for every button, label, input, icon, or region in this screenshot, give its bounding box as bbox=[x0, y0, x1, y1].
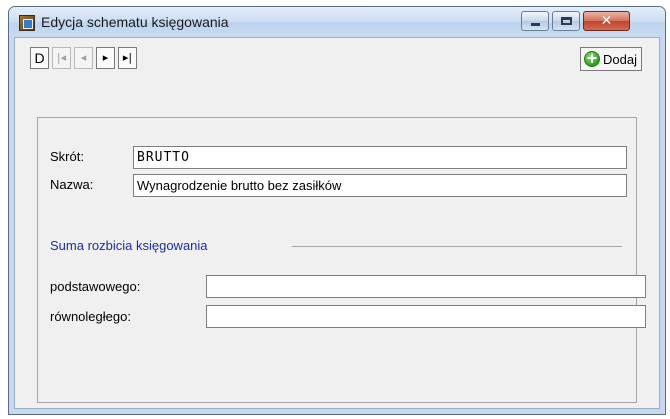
dialog-client-area: D |◂ ◂ ▸ ▸| + Dodaj Skrót: BRUTTO Nazwa:… bbox=[14, 37, 660, 409]
add-button-label: Dodaj bbox=[603, 52, 637, 67]
group-divider bbox=[292, 246, 622, 247]
close-button[interactable]: ✕ bbox=[583, 11, 630, 31]
arrow-right-icon: ▸ bbox=[102, 51, 109, 64]
skip-first-icon: |◂ bbox=[56, 51, 67, 64]
skrot-label: Skrót: bbox=[50, 149, 84, 164]
nav-last-button[interactable]: ▸| bbox=[118, 47, 137, 69]
dialog-window: Edycja schematu księgowania ✕ D |◂ ◂ ▸ ▸… bbox=[8, 6, 666, 415]
podstawowego-label: podstawowego: bbox=[50, 279, 141, 294]
title-bar[interactable]: Edycja schematu księgowania ✕ bbox=[9, 7, 665, 37]
add-button[interactable]: + Dodaj bbox=[580, 47, 642, 71]
minimize-icon bbox=[531, 23, 540, 26]
app-icon[interactable] bbox=[19, 15, 35, 31]
maximize-button[interactable] bbox=[552, 11, 580, 31]
skrot-input[interactable]: BRUTTO bbox=[133, 146, 627, 169]
podstawowego-input[interactable] bbox=[206, 275, 646, 298]
group-title: Suma rozbicia księgowania bbox=[50, 238, 208, 253]
maximize-icon bbox=[561, 17, 572, 25]
nav-prev-button[interactable]: ◂ bbox=[74, 47, 93, 69]
arrow-left-icon: ◂ bbox=[80, 51, 87, 64]
minimize-button[interactable] bbox=[521, 11, 549, 31]
rownoleglego-input[interactable] bbox=[206, 305, 646, 328]
close-icon: ✕ bbox=[600, 13, 613, 29]
nazwa-label: Nazwa: bbox=[50, 177, 94, 192]
window-title: Edycja schematu księgowania bbox=[41, 14, 229, 30]
form-panel: Skrót: BRUTTO Nazwa: Wynagrodzenie brutt… bbox=[37, 117, 646, 403]
plus-circle-icon: + bbox=[584, 49, 600, 67]
skip-last-icon: ▸| bbox=[122, 51, 133, 64]
rownoleglego-label: równoległego: bbox=[50, 309, 131, 324]
nav-first-button[interactable]: |◂ bbox=[52, 47, 71, 69]
nav-d-button[interactable]: D bbox=[30, 47, 49, 69]
nazwa-input[interactable]: Wynagrodzenie brutto bez zasiłków bbox=[133, 174, 627, 197]
nav-next-button[interactable]: ▸ bbox=[96, 47, 115, 69]
